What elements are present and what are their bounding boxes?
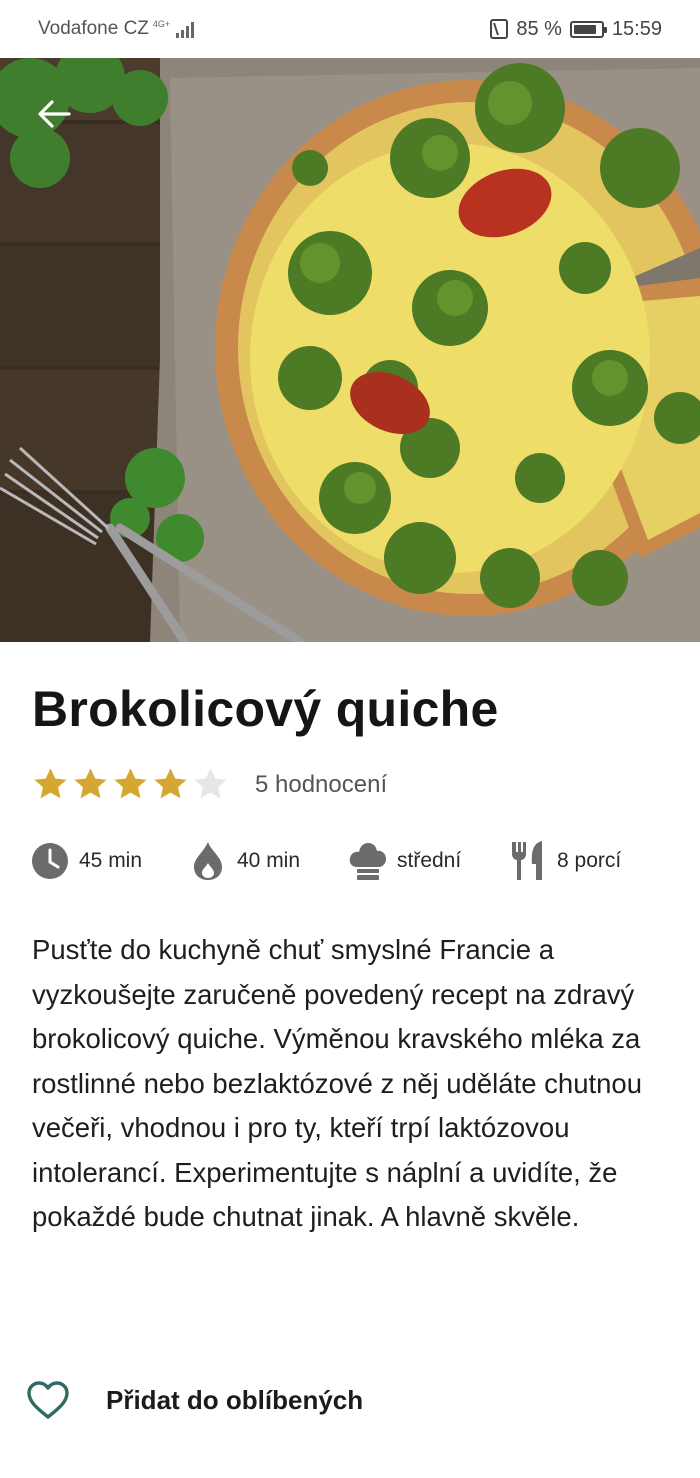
battery-percent: 85 % bbox=[516, 17, 562, 40]
star-filled-icon[interactable] bbox=[112, 766, 149, 803]
difficulty-value: střední bbox=[397, 849, 462, 872]
recipe-description: Pusťte do kuchyně chuť smyslné Francie a… bbox=[32, 934, 643, 1232]
status-left: Vodafone CZ 4G+ bbox=[38, 18, 195, 40]
clock: 15:59 bbox=[611, 17, 662, 40]
cook-time: 40 min bbox=[188, 840, 348, 882]
status-bar: Vodafone CZ 4G+ 85 % 15:59 bbox=[0, 0, 700, 58]
star-filled-icon[interactable] bbox=[32, 766, 69, 803]
star-filled-icon[interactable] bbox=[72, 766, 109, 803]
servings-value: 8 porcí bbox=[557, 849, 622, 872]
arrow-left-icon bbox=[38, 100, 71, 128]
heart-outline-icon bbox=[27, 1381, 69, 1419]
add-to-favorites-label: Přidat do oblíbených bbox=[106, 1384, 364, 1415]
page-title: Brokolicový quiche bbox=[32, 681, 499, 737]
carrier-name: Vodafone CZ bbox=[38, 18, 149, 39]
add-to-favorites-button[interactable]: Přidat do oblíbených bbox=[26, 1380, 363, 1420]
back-button[interactable] bbox=[28, 88, 80, 140]
chef-hat-icon bbox=[348, 840, 388, 882]
difficulty: střední bbox=[348, 840, 508, 882]
prep-time-value: 45 min bbox=[79, 849, 143, 872]
rating-stars[interactable] bbox=[32, 766, 229, 803]
cutlery-icon bbox=[508, 840, 548, 882]
cook-time-value: 40 min bbox=[237, 849, 301, 872]
signal-icon bbox=[176, 20, 195, 38]
recipe-hero-image bbox=[0, 58, 700, 642]
rating-row[interactable]: 5 hodnocení bbox=[32, 766, 387, 803]
star-filled-icon[interactable] bbox=[152, 766, 189, 803]
clock-icon bbox=[30, 840, 70, 882]
servings: 8 porcí bbox=[508, 840, 621, 882]
prep-time: 45 min bbox=[30, 840, 188, 882]
rating-count: 5 hodnocení bbox=[255, 770, 388, 798]
flame-icon bbox=[188, 840, 228, 882]
battery-icon bbox=[569, 20, 607, 38]
star-empty-icon[interactable] bbox=[192, 766, 229, 803]
status-right: 85 % 15:59 bbox=[490, 18, 662, 41]
quiche-photo bbox=[0, 58, 700, 642]
recipe-meta: 45 min 40 min střední 8 porcí bbox=[30, 840, 621, 882]
nfc-icon bbox=[490, 19, 509, 39]
network-type: 4G+ bbox=[152, 18, 171, 29]
